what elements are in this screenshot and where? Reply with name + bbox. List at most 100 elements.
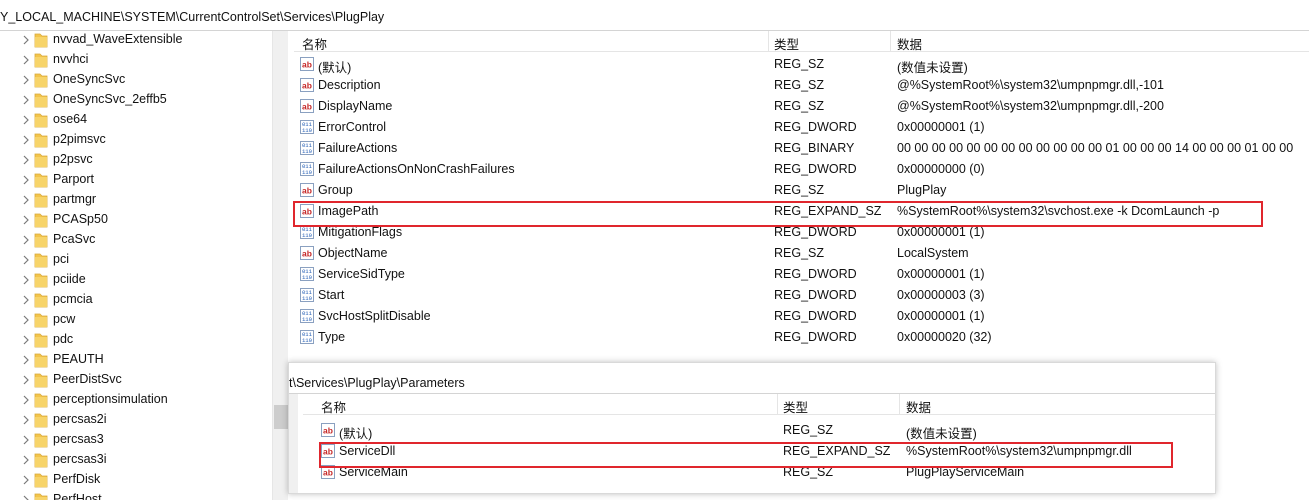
tree-item[interactable]: OneSyncSvc xyxy=(0,70,272,90)
value-row[interactable]: ab Description REG_SZ @%SystemRoot%\system3… xyxy=(294,75,1309,96)
value-row[interactable]: 011 110 ErrorControl REG_DWORD 0x00000001 (1… xyxy=(294,117,1309,138)
chevron-right-icon[interactable] xyxy=(20,294,32,306)
folder-icon xyxy=(34,473,48,488)
tree-item[interactable]: Parport xyxy=(0,170,272,190)
chevron-right-icon[interactable] xyxy=(20,54,32,66)
tree-item[interactable]: pciide xyxy=(0,270,272,290)
tree-item[interactable]: PerfHost xyxy=(0,490,272,500)
value-row[interactable]: 011 110 ServiceSidType REG_DWORD 0x00000001 … xyxy=(294,264,1309,285)
tree-item[interactable]: PcaSvc xyxy=(0,230,272,250)
chevron-right-icon[interactable] xyxy=(20,414,32,426)
chevron-right-icon[interactable] xyxy=(20,434,32,446)
chevron-right-icon[interactable] xyxy=(20,134,32,146)
tree-item-label: PerfHost xyxy=(53,492,102,500)
tree-item[interactable]: PEAUTH xyxy=(0,350,272,370)
value-row[interactable]: ab ObjectName REG_SZ LocalSystem xyxy=(294,243,1309,264)
value-row[interactable]: ab (默认) REG_SZ (数值未设置) xyxy=(294,54,1309,75)
folder-icon xyxy=(34,213,48,228)
chevron-right-icon[interactable] xyxy=(20,394,32,406)
chevron-right-icon[interactable] xyxy=(20,214,32,226)
column-header-data[interactable]: 数据 xyxy=(897,34,922,53)
tree-item[interactable]: perceptionsimulation xyxy=(0,390,272,410)
chevron-right-icon[interactable] xyxy=(20,114,32,126)
tree-item[interactable]: ose64 xyxy=(0,110,272,130)
tree-item[interactable]: pci xyxy=(0,250,272,270)
folder-icon xyxy=(34,93,48,108)
column-header-name[interactable]: 名称 xyxy=(302,34,327,53)
chevron-right-icon[interactable] xyxy=(20,314,32,326)
address-bar[interactable]: Y_LOCAL_MACHINE\SYSTEM\CurrentControlSet… xyxy=(0,0,1309,31)
tree-item[interactable]: OneSyncSvc_2effb5 xyxy=(0,90,272,110)
chevron-right-icon[interactable] xyxy=(20,34,32,46)
value-row[interactable]: 011 110 Type REG_DWORD 0x00000020 (32) xyxy=(294,327,1309,348)
chevron-right-icon[interactable] xyxy=(20,334,32,346)
tree-item[interactable]: percsas3 xyxy=(0,430,272,450)
column-divider[interactable] xyxy=(768,31,769,51)
chevron-right-icon[interactable] xyxy=(20,274,32,286)
parameter-value-row[interactable]: ab (默认) REG_SZ (数值未设置) xyxy=(303,420,1215,441)
value-row[interactable]: 011 110 FailureActionsOnNonCrashFailures RE… xyxy=(294,159,1309,180)
tree-item-label: Parport xyxy=(53,172,94,186)
tree-item[interactable]: pcmcia xyxy=(0,290,272,310)
tree-item-label: OneSyncSvc_2effb5 xyxy=(53,92,167,106)
chevron-right-icon[interactable] xyxy=(20,194,32,206)
column-header-type[interactable]: 类型 xyxy=(783,397,808,416)
tree-item-label: PerfDisk xyxy=(53,472,101,486)
binary-value-icon: 011 110 xyxy=(300,309,314,323)
value-type: REG_DWORD xyxy=(774,162,857,176)
folder-icon xyxy=(34,393,48,408)
tree-item[interactable]: nvvhci xyxy=(0,50,272,70)
value-data: 0x00000001 (1) xyxy=(897,309,985,323)
parameters-values-list: 名称 类型 数据 ab (默认) REG_SZ (数值未设置) ab ServiceDll… xyxy=(289,394,1215,493)
tree-item[interactable]: partmgr xyxy=(0,190,272,210)
column-divider[interactable] xyxy=(777,394,778,414)
chevron-right-icon[interactable] xyxy=(20,174,32,186)
column-divider[interactable] xyxy=(890,31,891,51)
parameters-address-path[interactable]: t\Services\PlugPlay\Parameters xyxy=(289,376,465,390)
chevron-right-icon[interactable] xyxy=(20,254,32,266)
value-row[interactable]: ab DisplayName REG_SZ @%SystemRoot%\system3… xyxy=(294,96,1309,117)
address-path[interactable]: Y_LOCAL_MACHINE\SYSTEM\CurrentControlSet… xyxy=(0,10,384,24)
tree-item[interactable]: percsas3i xyxy=(0,450,272,470)
tree-scrollbar[interactable] xyxy=(272,31,289,500)
value-row[interactable]: ab Group REG_SZ PlugPlay xyxy=(294,180,1309,201)
value-data: 0x00000020 (32) xyxy=(897,330,992,344)
registry-tree[interactable]: nvvad_WaveExtensible nvvhci OneSyncSvc OneS… xyxy=(0,31,272,500)
tree-item[interactable]: PerfDisk xyxy=(0,470,272,490)
tree-item[interactable]: PeerDistSvc xyxy=(0,370,272,390)
value-data: (数值未设置) xyxy=(906,427,977,441)
tree-item[interactable]: p2psvc xyxy=(0,150,272,170)
string-value-icon: ab xyxy=(300,183,314,197)
tree-item[interactable]: percsas2i xyxy=(0,410,272,430)
tree-item[interactable]: nvvad_WaveExtensible xyxy=(0,31,272,50)
value-row[interactable]: 011 110 Start REG_DWORD 0x00000003 (3) xyxy=(294,285,1309,306)
chevron-right-icon[interactable] xyxy=(20,74,32,86)
svg-text:ab: ab xyxy=(323,426,333,436)
value-row[interactable]: 011 110 FailureActions REG_BINARY 00 00 00 0… xyxy=(294,138,1309,159)
tree-item-label: pci xyxy=(53,252,69,266)
value-type: REG_DWORD xyxy=(774,309,857,323)
chevron-right-icon[interactable] xyxy=(20,474,32,486)
chevron-right-icon[interactable] xyxy=(20,494,32,500)
parameters-address-bar[interactable]: t\Services\PlugPlay\Parameters xyxy=(289,363,1215,394)
scrollbar-thumb[interactable] xyxy=(274,405,288,429)
value-name: MitigationFlags xyxy=(318,225,403,239)
chevron-right-icon[interactable] xyxy=(20,354,32,366)
chevron-right-icon[interactable] xyxy=(20,374,32,386)
value-row[interactable]: 011 110 SvcHostSplitDisable REG_DWORD 0x0000… xyxy=(294,306,1309,327)
column-header-name[interactable]: 名称 xyxy=(321,397,346,416)
column-header-type[interactable]: 类型 xyxy=(774,34,799,53)
chevron-right-icon[interactable] xyxy=(20,94,32,106)
tree-item[interactable]: pdc xyxy=(0,330,272,350)
tree-item[interactable]: PCASp50 xyxy=(0,210,272,230)
tree-item[interactable]: pcw xyxy=(0,310,272,330)
tree-item-label: p2pimsvc xyxy=(53,132,106,146)
chevron-right-icon[interactable] xyxy=(20,454,32,466)
tree-item-label: percsas3 xyxy=(53,432,104,446)
column-divider[interactable] xyxy=(899,394,900,414)
tree-item[interactable]: p2pimsvc xyxy=(0,130,272,150)
column-header-data[interactable]: 数据 xyxy=(906,397,931,416)
value-data: 0x00000001 (1) xyxy=(897,267,985,281)
chevron-right-icon[interactable] xyxy=(20,154,32,166)
chevron-right-icon[interactable] xyxy=(20,234,32,246)
